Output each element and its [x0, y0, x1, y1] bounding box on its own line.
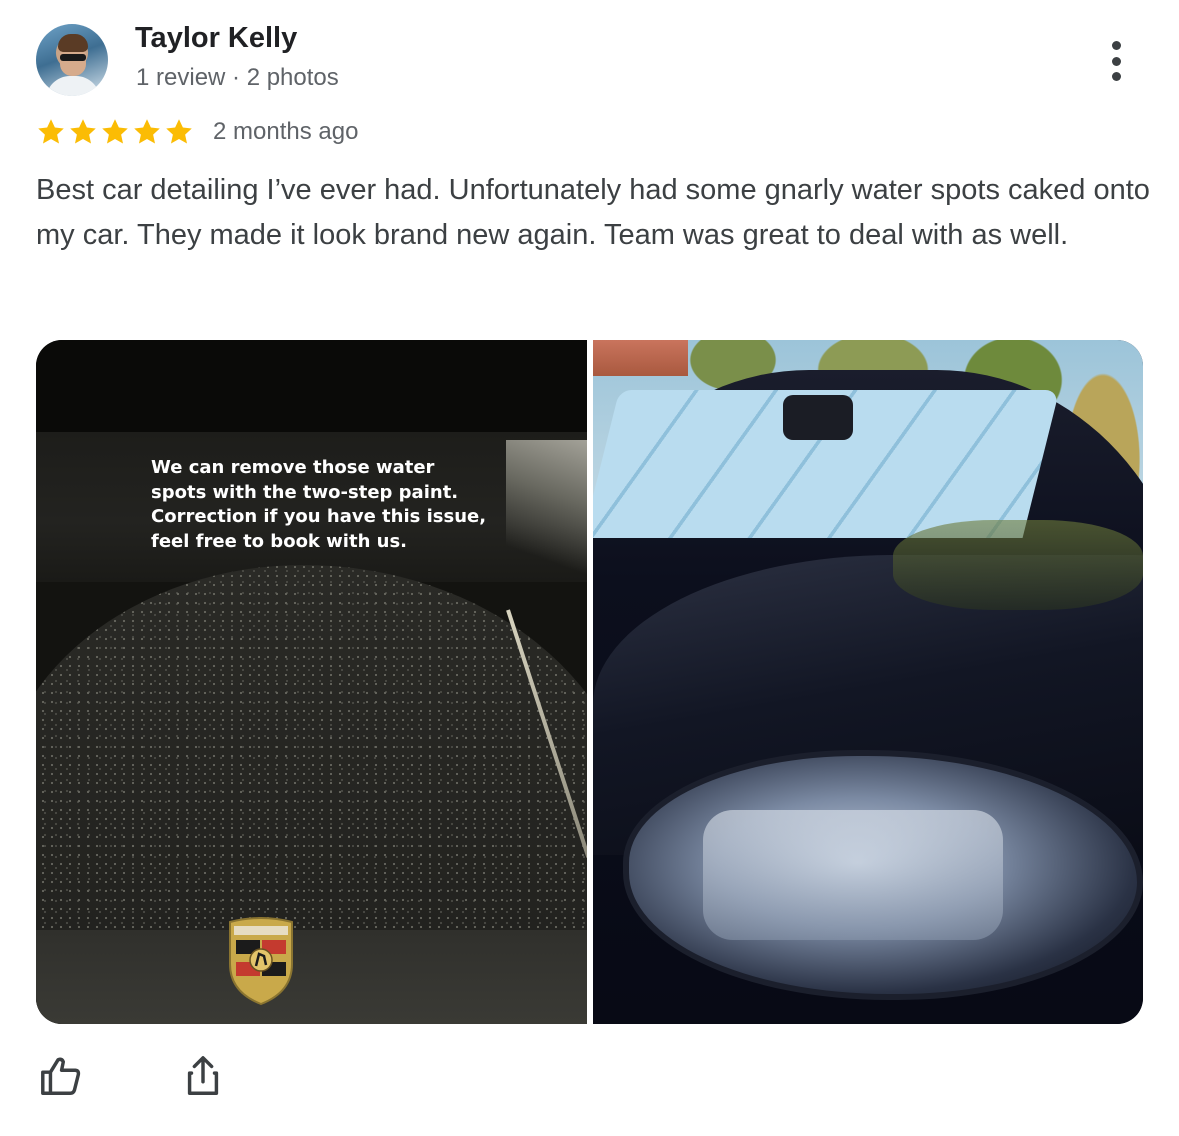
review-photo-1[interactable]: We can remove those water spots with the…: [36, 340, 587, 1024]
review-photo-2[interactable]: [593, 340, 1143, 1024]
photo-gallery: We can remove those water spots with the…: [36, 340, 1143, 1024]
star-rating: [36, 117, 194, 147]
caption-line: feel free to book with us.: [151, 530, 408, 552]
more-options-icon[interactable]: [1097, 38, 1135, 84]
car-badge-logo: [229, 917, 293, 1006]
review-date: 2 months ago: [213, 118, 359, 145]
star-icon: [102, 119, 128, 144]
star-icon: [134, 119, 160, 144]
star-icon: [166, 119, 192, 144]
rating-row: 2 months ago: [36, 114, 358, 150]
like-button[interactable]: [36, 1050, 86, 1102]
star-icon: [70, 119, 96, 144]
caption-line: Correction if you have this issue,: [151, 506, 487, 527]
reviewer-name[interactable]: Taylor Kelly: [135, 22, 297, 55]
review-actions: [36, 1050, 228, 1102]
review-text: Best car detailing I’ve ever had. Unfort…: [36, 174, 1150, 251]
review-card: Taylor Kelly 1 review · 2 photos 2 month…: [0, 0, 1179, 1136]
share-button[interactable]: [178, 1050, 228, 1102]
caption-line: We can remove those water: [151, 457, 435, 478]
thumb-up-icon: [41, 1057, 81, 1095]
reviewer-avatar[interactable]: [36, 24, 108, 96]
reviewer-meta: 1 review · 2 photos: [136, 64, 339, 91]
share-icon: [187, 1056, 219, 1095]
star-icon: [38, 119, 64, 144]
photo-overlay-caption: We can remove those water spots with the…: [151, 456, 501, 554]
caption-line: spots with the two-step paint.: [151, 481, 459, 503]
